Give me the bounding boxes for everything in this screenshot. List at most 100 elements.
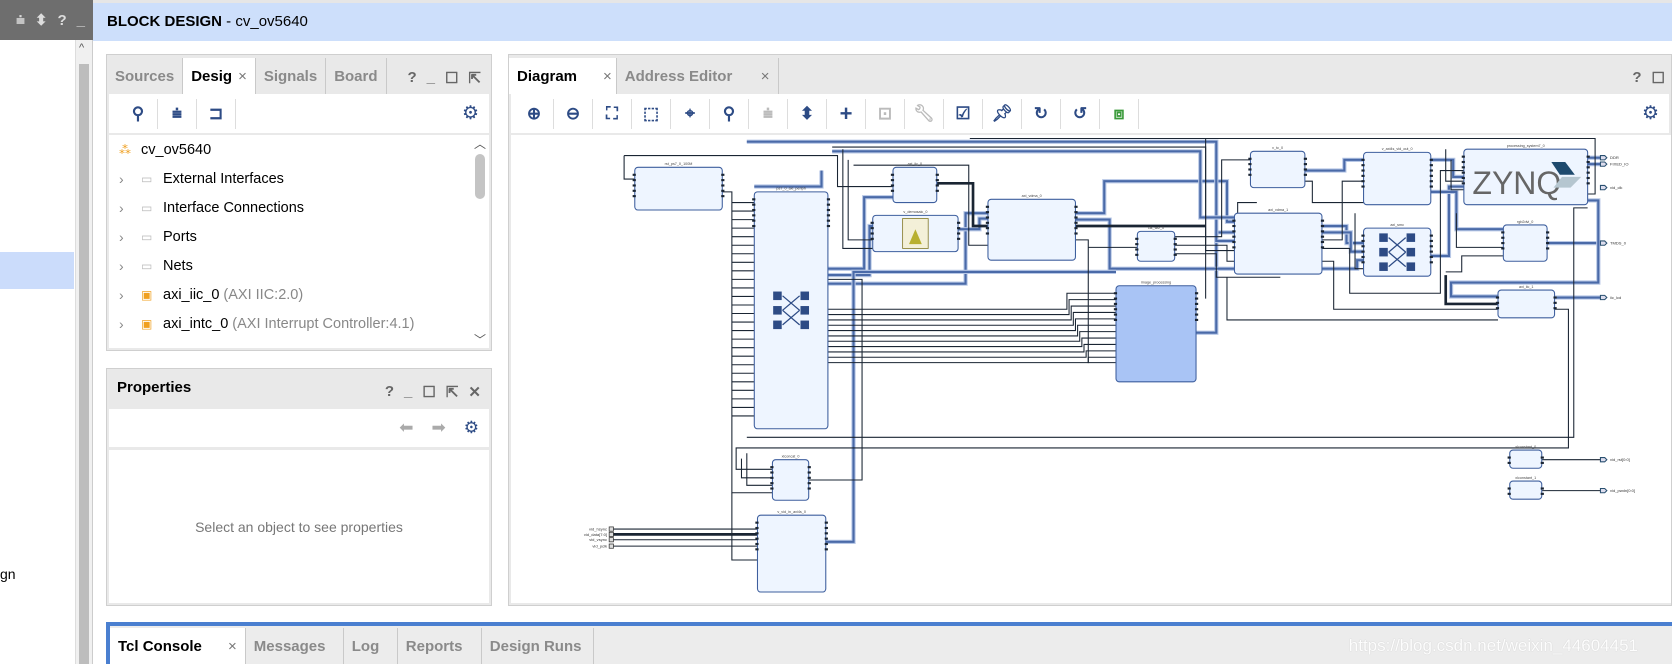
collapse-all-icon[interactable]: ⩧ (16, 12, 25, 29)
minimize-icon[interactable]: _ (404, 383, 412, 401)
pin[interactable] (870, 232, 874, 235)
pin[interactable] (807, 466, 811, 469)
pin[interactable] (824, 537, 828, 540)
pin[interactable] (890, 173, 895, 176)
pin[interactable] (826, 203, 831, 206)
expand-all-icon[interactable]: ⬍ (788, 98, 827, 129)
pin[interactable] (632, 189, 636, 192)
pin[interactable] (1586, 160, 1590, 164)
ip-block-iic0[interactable]: axi_iic_0 (890, 162, 939, 204)
bus-connection[interactable] (1196, 231, 1235, 334)
pin[interactable] (985, 232, 990, 235)
pin[interactable] (721, 173, 725, 176)
pin[interactable] (1320, 235, 1325, 238)
pin[interactable] (770, 487, 774, 490)
pin[interactable] (1586, 176, 1590, 180)
minimize-icon[interactable]: _ (427, 69, 435, 87)
pin[interactable] (1232, 235, 1236, 238)
pin[interactable] (1194, 297, 1199, 300)
pin[interactable] (770, 471, 774, 474)
net-connection[interactable] (827, 356, 1117, 364)
pin[interactable] (1507, 456, 1511, 459)
pin[interactable] (985, 216, 990, 219)
pin[interactable] (632, 195, 636, 198)
tab-messages[interactable]: Messages (246, 628, 344, 664)
pin[interactable] (1303, 163, 1308, 166)
chevron-right-icon[interactable]: › (119, 258, 141, 274)
tree-item[interactable]: › ▣ axi_intc_0 (AXI Interrupt Controller:4.… (109, 309, 489, 338)
pin[interactable] (1429, 234, 1433, 237)
float-icon[interactable]: ⇱ (468, 69, 481, 87)
tree-root[interactable]: ⁂ cv_ov5640 (109, 135, 489, 164)
pin[interactable] (1361, 158, 1365, 161)
search-icon[interactable]: ⚲ (710, 98, 749, 129)
pin[interactable] (752, 214, 756, 217)
collapse-all-icon[interactable]: ⩧ (158, 98, 197, 129)
pin[interactable] (1303, 173, 1308, 176)
port-tmds[interactable]: TMDS_0 (1599, 240, 1627, 246)
optimize-routing-icon[interactable]: ⧈ (1100, 98, 1139, 129)
pin[interactable] (1507, 492, 1511, 495)
pin[interactable] (1461, 171, 1465, 174)
pin[interactable] (1232, 246, 1236, 249)
pin[interactable] (1361, 234, 1365, 237)
pin[interactable] (1461, 160, 1465, 164)
pin[interactable] (1361, 180, 1365, 183)
pin[interactable] (1248, 168, 1252, 171)
port-vid_clk[interactable]: vid_clk (1599, 184, 1623, 191)
pin[interactable] (1553, 296, 1557, 299)
tree-item[interactable]: › ▭ Interface Connections (109, 193, 489, 222)
pin[interactable] (752, 198, 756, 201)
pin[interactable] (1361, 174, 1365, 177)
help-icon[interactable]: ? (385, 383, 394, 401)
net-connection[interactable] (731, 492, 758, 561)
bus-connection[interactable] (825, 270, 1117, 543)
ip-block-demosaic[interactable]: v_demosaic_0 (870, 210, 961, 253)
pin[interactable] (1113, 297, 1118, 300)
pin[interactable] (1320, 219, 1325, 222)
pin[interactable] (1303, 168, 1308, 171)
pin[interactable] (1320, 224, 1325, 228)
ip-block-const1[interactable]: xlconstant_1 (1507, 476, 1544, 500)
pin[interactable] (1546, 247, 1550, 250)
pin[interactable] (1135, 253, 1139, 256)
refresh-icon[interactable]: ↻ (1022, 98, 1061, 129)
ip-block-clkwiz[interactable]: clk_wiz_0 (1135, 226, 1177, 262)
tab-reports[interactable]: Reports (398, 628, 482, 664)
pin[interactable] (1361, 239, 1365, 243)
pin[interactable] (1586, 166, 1590, 169)
pin[interactable] (807, 476, 811, 479)
pin[interactable] (1113, 292, 1118, 295)
pin[interactable] (1232, 240, 1236, 244)
maximize-icon[interactable]: ☐ (1652, 69, 1665, 87)
diagram-canvas[interactable]: rst_ps7_0_100M ps7_0_axi_periph axi_iic_0 v… (511, 135, 1671, 603)
pin[interactable] (985, 211, 990, 214)
close-icon[interactable]: × (238, 68, 247, 85)
gear-icon[interactable]: ⚙ (464, 418, 479, 438)
port-hsync[interactable]: vid_hsync (589, 526, 614, 532)
pin[interactable] (755, 532, 759, 535)
net-connection[interactable] (827, 337, 1117, 348)
pin[interactable] (1173, 248, 1177, 251)
pin[interactable] (755, 537, 759, 540)
pin[interactable] (1429, 185, 1433, 188)
close-icon[interactable]: × (603, 68, 612, 85)
ip-block-imgproc[interactable]: image_processing (1113, 281, 1199, 383)
pin[interactable] (752, 219, 756, 222)
pin[interactable] (1074, 232, 1078, 235)
port-pclk[interactable]: vid_pclk (592, 544, 614, 549)
pin[interactable] (807, 471, 811, 474)
pin[interactable] (1320, 240, 1325, 244)
pin[interactable] (755, 542, 759, 546)
pin[interactable] (1361, 164, 1365, 167)
pin[interactable] (957, 227, 961, 230)
pin[interactable] (1248, 157, 1252, 160)
tab-log[interactable]: Log (344, 628, 398, 664)
pin[interactable] (824, 526, 828, 530)
pin[interactable] (1232, 219, 1236, 222)
port-pwdn[interactable]: vid_pwdn[0:0] (1599, 487, 1635, 494)
pin[interactable] (770, 466, 774, 469)
pin[interactable] (824, 532, 828, 535)
net-connection[interactable] (827, 292, 1117, 310)
port-data[interactable]: vid_data[7:0] (584, 532, 614, 537)
